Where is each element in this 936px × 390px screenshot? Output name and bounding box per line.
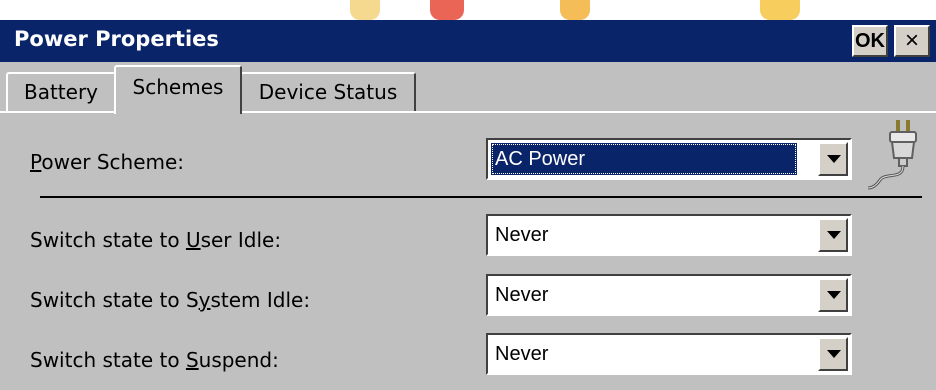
title-bar: Power Properties OK ×: [0, 20, 936, 62]
power-scheme-select[interactable]: AC Power: [486, 138, 852, 180]
power-scheme-label: Power Scheme:: [30, 150, 185, 174]
chevron-down-icon: [827, 291, 841, 299]
chevron-down-icon: [827, 231, 841, 239]
power-plug-icon: [867, 120, 917, 190]
tab-device-status[interactable]: Device Status: [240, 72, 416, 112]
tab-bar: Battery Schemes Device Status: [0, 62, 936, 114]
user-idle-value: Never: [495, 224, 549, 246]
user-idle-dropdown-button[interactable]: [818, 218, 848, 252]
system-idle-value: Never: [495, 284, 549, 306]
tab-schemes[interactable]: Schemes: [114, 65, 242, 114]
section-divider: [40, 196, 922, 198]
suspend-select[interactable]: Never: [486, 333, 852, 375]
active-tab-gap: [116, 110, 240, 114]
user-idle-label: Switch state to User Idle:: [30, 228, 282, 252]
user-idle-select[interactable]: Never: [486, 214, 852, 256]
suspend-label: Switch state to Suspend:: [30, 348, 279, 372]
watermark-strip: [0, 0, 936, 20]
ok-button[interactable]: OK: [852, 25, 888, 57]
window-title: Power Properties: [14, 27, 219, 51]
power-scheme-value: AC Power: [491, 143, 797, 175]
suspend-dropdown-button[interactable]: [818, 337, 848, 371]
power-scheme-dropdown-button[interactable]: [818, 142, 848, 176]
suspend-value: Never: [495, 343, 549, 365]
close-button[interactable]: ×: [894, 25, 930, 57]
chevron-down-icon: [827, 350, 841, 358]
tab-battery[interactable]: Battery: [6, 72, 116, 112]
system-idle-select[interactable]: Never: [486, 274, 852, 316]
chevron-down-icon: [827, 155, 841, 163]
system-idle-label: Switch state to System Idle:: [30, 288, 311, 312]
system-idle-dropdown-button[interactable]: [818, 278, 848, 312]
